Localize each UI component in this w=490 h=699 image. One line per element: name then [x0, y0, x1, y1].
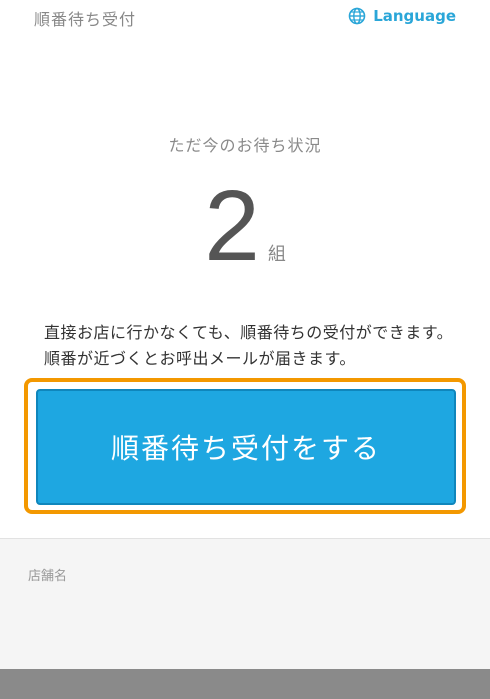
bottom-bar [0, 669, 490, 699]
language-label: Language [373, 7, 456, 25]
store-section: 店舗名 [0, 539, 490, 669]
header: 順番待ち受付 Language [0, 0, 490, 34]
wait-count-unit: 組 [267, 244, 286, 265]
wait-count: 2 組 [0, 176, 490, 286]
wait-count-number: 2 [204, 170, 260, 282]
reserve-queue-button[interactable]: 順番待ち受付をする [36, 389, 456, 505]
globe-icon [348, 7, 366, 25]
page-title: 順番待ち受付 [34, 10, 137, 29]
language-link[interactable]: Language [348, 7, 456, 25]
wait-status-label: ただ今のお待ち状況 [168, 136, 322, 155]
store-name-label: 店舗名 [28, 569, 68, 584]
description-text: 直接お店に行かなくても、順番待ちの受付ができます。順番が近づくとお呼出メールが届… [44, 323, 454, 368]
